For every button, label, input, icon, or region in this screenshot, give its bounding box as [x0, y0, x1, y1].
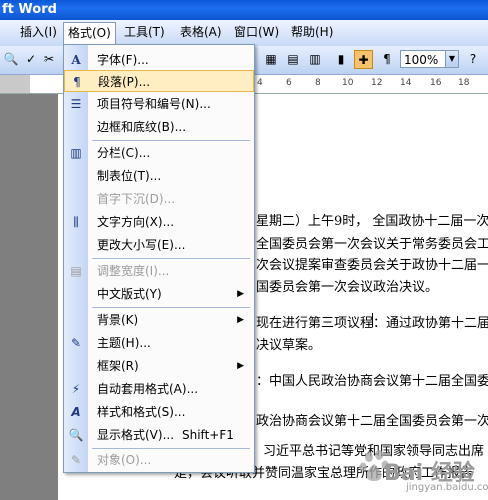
font-icon: A — [71, 53, 81, 67]
columns-icon[interactable]: ▥ — [306, 50, 324, 68]
reveal-formatting-icon: 🔍 — [68, 428, 84, 442]
document-line: 全国委员会第一次会议关于常务委员会工 — [256, 237, 488, 252]
menu-item-bullets-numbering[interactable]: ☰ 项目符号和编号(N)... — [64, 93, 254, 115]
bullets-icon: ☰ — [70, 97, 82, 111]
ruler-tick: 8 — [315, 78, 321, 88]
text-cursor — [372, 313, 373, 327]
page-margin-area — [0, 94, 58, 500]
zoom-field[interactable]: 100% — [400, 50, 446, 68]
submenu-arrow-icon: ▶ — [237, 315, 244, 325]
menu-item-drop-cap: 首字下沉(D)... — [97, 192, 176, 206]
insert-excel-icon[interactable]: ▤ — [284, 50, 302, 68]
menu-help[interactable]: 帮助(H) — [287, 22, 337, 42]
menu-item-autoformat[interactable]: ⚡ 自动套用格式(A)... — [64, 378, 254, 400]
drawing-icon[interactable]: ▮ — [332, 50, 350, 68]
document-line: 政治协商会议第十二届全国委员会第一次 — [256, 414, 488, 429]
menu-item-styles-formatting[interactable]: A 样式和格式(S)... — [64, 401, 254, 423]
ruler-tick: 6 — [286, 78, 292, 88]
menu-item-asian-layout[interactable]: 中文版式(Y) ▶ — [64, 283, 254, 305]
ruler-tick: 18 — [458, 78, 470, 88]
submenu-arrow-icon: ▶ — [237, 361, 244, 371]
menu-item-fit-text: ▤ 调整宽度(I)... — [64, 260, 254, 282]
help-icon[interactable]: ? — [464, 50, 482, 68]
ruler-tick: 4 — [257, 78, 263, 88]
fit-text-icon: ▤ — [70, 264, 82, 278]
menu-window[interactable]: 窗口(W) — [230, 22, 283, 42]
research-icon[interactable]: ✂ — [40, 50, 58, 68]
spelling-icon[interactable]: ✓ — [22, 50, 40, 68]
document-map-icon[interactable]: ✚ — [354, 50, 373, 69]
format-menu: A 字体(F)... ¶ 段落(P)... ☰ 项目符号和编号(N)... 边框… — [63, 44, 255, 473]
styles-icon: A — [71, 405, 81, 419]
columns-icon: ▥ — [70, 146, 82, 160]
menu-item-frames[interactable]: 框架(R) ▶ — [64, 355, 254, 377]
document-line: 星期二）上午9时， 全国政协十二届一次 — [256, 214, 488, 229]
preview-icon[interactable]: 🔍 — [2, 50, 20, 68]
show-hide-icon[interactable]: ¶ — [378, 50, 396, 68]
ruler-tick: 12 — [371, 78, 383, 88]
menu-item-background[interactable]: 背景(K) ▶ — [64, 309, 254, 331]
menu-item-tabs[interactable]: 制表位(T)... — [64, 165, 254, 187]
document-line: 决议草案。 — [256, 338, 322, 353]
menu-table[interactable]: 表格(A) — [176, 22, 226, 42]
window-title: ft Word — [2, 2, 57, 17]
menu-tools[interactable]: 工具(T) — [120, 22, 169, 42]
ruler-tick: 10 — [342, 78, 354, 88]
document-line: ：中国人民政治协商会议第十二届全国委 — [256, 374, 488, 389]
menu-item-reveal-formatting[interactable]: 🔍 显示格式(V)... Shift+F1 — [64, 424, 254, 446]
shortcut-label: Shift+F1 — [182, 428, 234, 442]
menu-item-text-direction[interactable]: ⫼ 文字方向(X)... — [64, 211, 254, 233]
submenu-arrow-icon: ▶ — [237, 289, 244, 299]
theme-icon: ✎ — [70, 336, 82, 350]
window-title-bar: ft Word — [0, 0, 488, 20]
document-line: 次会议提案审查委员会关于政协十二届一 — [256, 258, 488, 273]
menu-item-theme[interactable]: ✎ 主题(H)... — [64, 332, 254, 354]
document-line: 国委员会第一次会议政治决议。 — [256, 280, 439, 295]
menu-item-font[interactable]: A 字体(F)... — [64, 49, 254, 71]
object-icon: ✎ — [70, 453, 82, 467]
autoformat-icon: ⚡ — [71, 382, 81, 396]
menu-item-object: ✎ 对象(O)... — [64, 449, 254, 471]
menu-item-paragraph[interactable]: ¶ 段落(P)... — [64, 70, 254, 92]
menu-insert[interactable]: 插入(I) — [16, 22, 61, 42]
ruler-tick: 16 — [430, 78, 442, 88]
ruler-tick: 14 — [400, 78, 412, 88]
menu-bar: 插入(I) 格式(O) 工具(T) 表格(A) 窗口(W) 帮助(H) — [0, 20, 488, 47]
zoom-dropdown-icon[interactable]: ▼ — [445, 50, 459, 68]
menu-item-change-case[interactable]: 更改大小写(E)... — [64, 234, 254, 256]
insert-table-icon[interactable]: ▦ — [262, 50, 280, 68]
text-direction-icon: ⫼ — [73, 215, 79, 229]
menu-item-columns[interactable]: ▥ 分栏(C)... — [64, 142, 254, 164]
watermark-subtext: jingyan.baidu.com — [406, 482, 488, 493]
menu-item-borders-shading[interactable]: 边框和底纹(B)... — [64, 116, 254, 138]
paragraph-icon: ¶ — [73, 75, 81, 89]
